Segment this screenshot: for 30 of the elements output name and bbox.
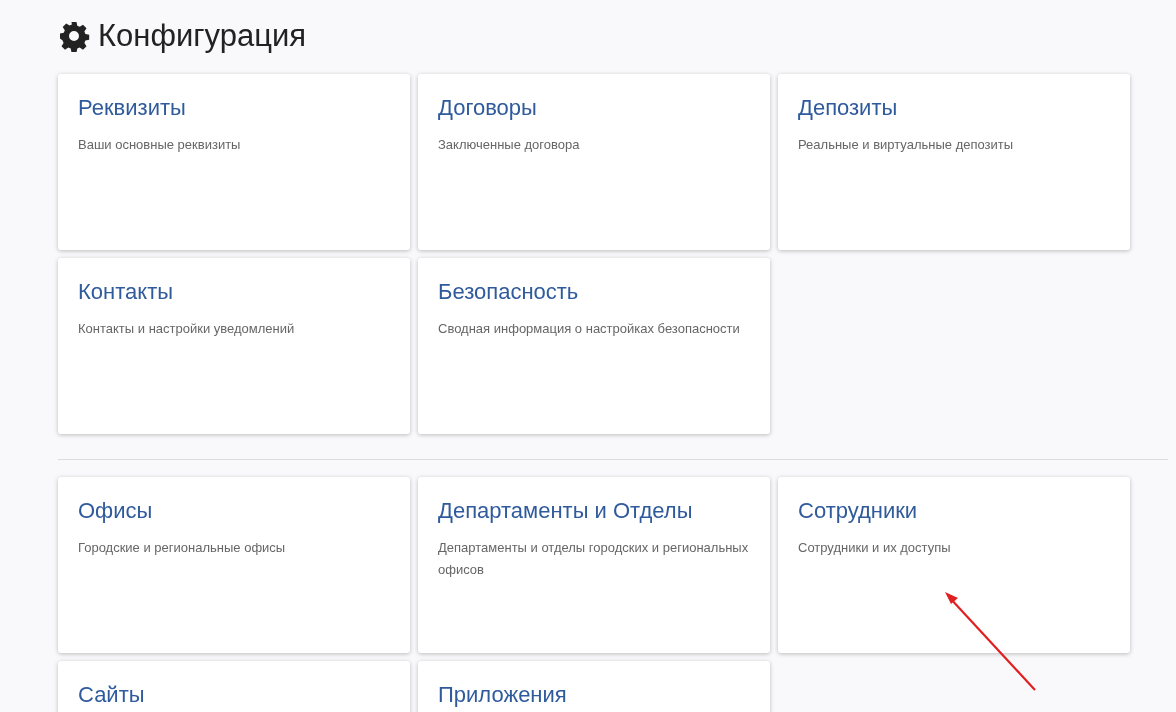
card-description: Заключенные договора: [438, 136, 581, 154]
card-title: Договоры: [438, 94, 537, 122]
card-description: Контакты и настройки уведомлений: [78, 320, 296, 338]
config-card[interactable]: Приложения: [418, 661, 770, 712]
card-title: Депозиты: [798, 94, 898, 122]
config-card[interactable]: Департаменты и Отделы Департаменты и отделы городских и региональных офисов: [418, 477, 770, 653]
card-title: Сотрудники: [798, 497, 918, 525]
card-description: Ваши основные реквизиты: [78, 136, 242, 154]
config-card[interactable]: Сайты: [58, 661, 410, 712]
card-title: Реквизиты: [78, 94, 186, 122]
config-card[interactable]: Депозиты Реальные и виртуальные депозиты: [778, 74, 1130, 250]
card-description: Городские и региональные офисы: [78, 539, 287, 557]
config-card[interactable]: Безопасность Сводная информация о настройках безопасности: [418, 258, 770, 434]
config-card[interactable]: Сотрудники Сотрудники и их доступы: [778, 477, 1130, 653]
card-title: Департаменты и Отделы: [438, 497, 693, 525]
card-description: Сводная информация о настройках безопасности: [438, 320, 741, 338]
card-title: Контакты: [78, 278, 174, 306]
card-description: Сотрудники и их доступы: [798, 539, 952, 557]
config-card[interactable]: Офисы Городские и региональные офисы: [58, 477, 410, 653]
settings-icon: [58, 20, 90, 52]
config-card[interactable]: Договоры Заключенные договора: [418, 74, 770, 250]
card-title: Офисы: [78, 497, 153, 525]
card-description: Реальные и виртуальные депозиты: [798, 136, 1015, 154]
config-card[interactable]: Контакты Контакты и настройки уведомлений: [58, 258, 410, 434]
page-title: Конфигурация: [98, 17, 307, 55]
card-title: Приложения: [438, 681, 567, 709]
card-title: Сайты: [78, 681, 145, 709]
config-card[interactable]: Реквизиты Ваши основные реквизиты: [58, 74, 410, 250]
card-title: Безопасность: [438, 278, 579, 306]
card-description: Департаменты и отделы городских и региональных офисов: [438, 539, 750, 579]
